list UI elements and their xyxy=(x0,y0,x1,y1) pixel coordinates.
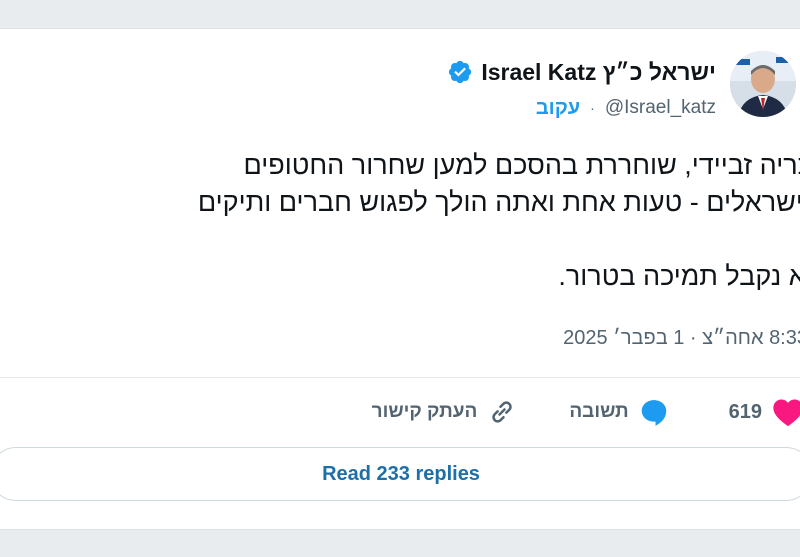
copy-link-label: העתק קישור xyxy=(371,401,478,422)
author-handle[interactable]: @Israel_katz xyxy=(605,97,716,119)
separator-dot: · xyxy=(590,100,595,116)
tweet-card: Israel Katz ישראל כ״ץ עקוב · @Israel_kat… xyxy=(0,28,800,530)
copy-link-button[interactable]: העתק קישור xyxy=(372,397,518,427)
author-name-row: Israel Katz ישראל כ״ץ xyxy=(447,57,716,87)
author-handle-row: עקוב · @Israel_katz xyxy=(536,95,716,121)
avatar[interactable] xyxy=(730,51,796,117)
tweet-actions: 619 תשובה העתק קישור xyxy=(372,395,800,429)
reply-button[interactable]: תשובה xyxy=(569,397,668,427)
tweet-text-line: זכריה זביידי, שוחררת בהסכם למען שחרור הח… xyxy=(243,150,800,180)
tweet-text-line: לא נקבל תמיכה בטרור. xyxy=(558,261,800,291)
like-button[interactable]: 619 xyxy=(729,397,800,427)
tweet-text-line: הישראלים - טעות אחת ואתה הולך לפגוש חברי… xyxy=(197,187,800,217)
author-display-name[interactable]: Israel Katz ישראל כ״ץ xyxy=(481,59,716,86)
link-icon xyxy=(492,401,513,423)
follow-button[interactable]: עקוב xyxy=(536,97,580,120)
verified-badge-icon xyxy=(449,60,472,84)
heart-icon xyxy=(773,399,800,427)
tweet-timestamp[interactable]: 8:33 אחה״צ · 1 בפבר׳ 2025 xyxy=(563,327,800,350)
read-replies-button[interactable]: Read 233 replies xyxy=(0,447,800,501)
reply-label: תשובה xyxy=(569,401,629,422)
reply-bubble-icon xyxy=(641,400,666,426)
divider xyxy=(0,377,800,378)
avatar-image xyxy=(730,51,796,117)
likes-count: 619 xyxy=(728,400,762,423)
tweet-text: זכריה זביידי, שוחררת בהסכם למען שחרור הח… xyxy=(0,147,800,295)
